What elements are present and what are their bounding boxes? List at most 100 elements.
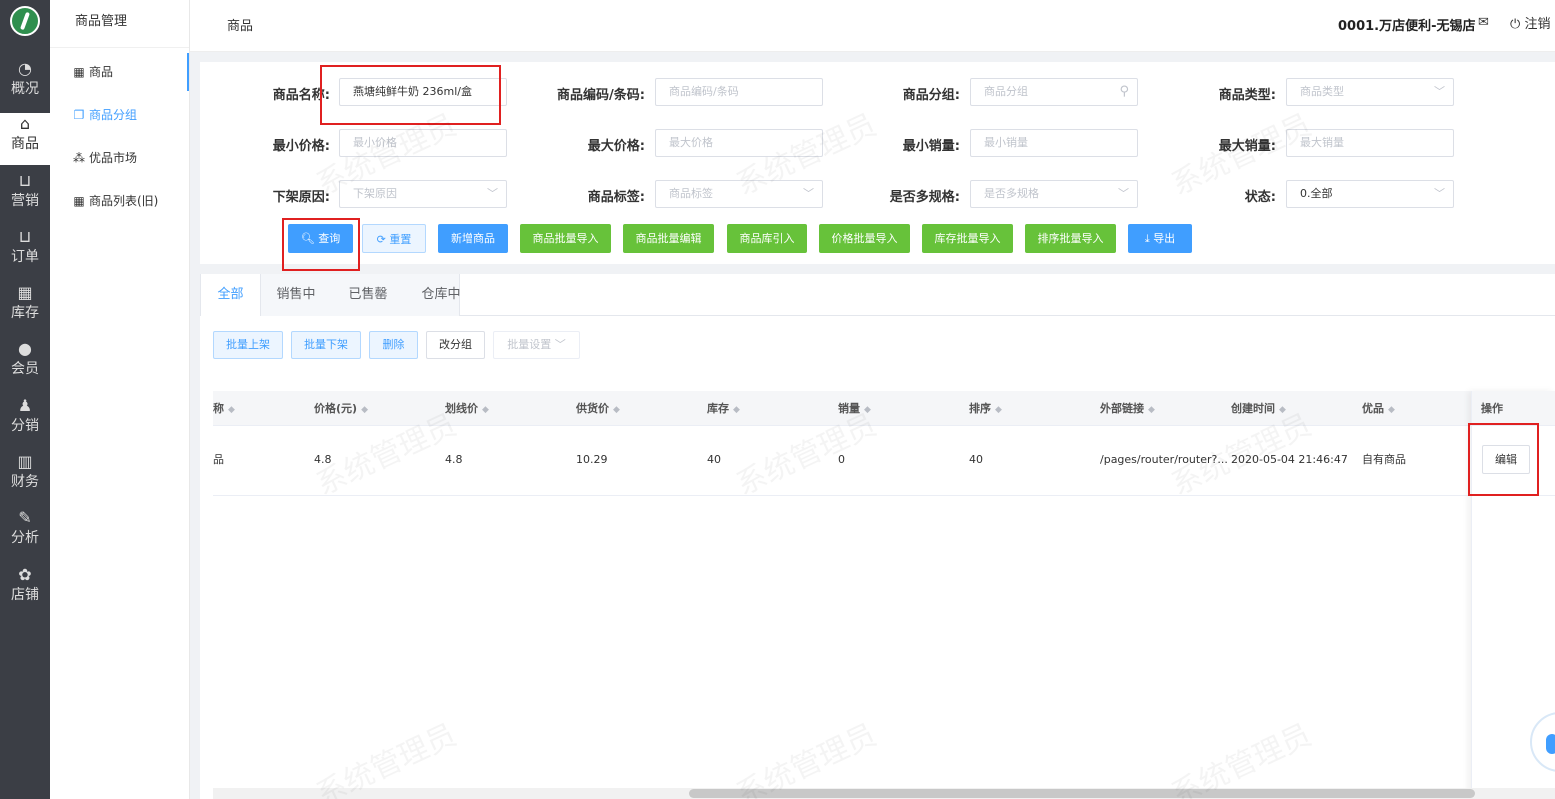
cell-premium: 自有商品 — [1362, 453, 1406, 466]
logout-button[interactable]: ⏻ 注销 — [1510, 13, 1550, 32]
export-button[interactable]: ⤓ 导出 — [1128, 224, 1192, 253]
refresh-icon: ⟳ — [376, 233, 386, 246]
query-button[interactable]: 🔍︎ 查询 — [288, 224, 353, 253]
copy-icon: ❐ — [73, 108, 85, 122]
add-product-button[interactable]: 新增商品 — [438, 224, 508, 253]
type-select[interactable]: 商品类型 ﹀ — [1286, 78, 1454, 106]
col-created[interactable]: 创建时间 ◆ — [1231, 391, 1286, 426]
col-price[interactable]: 价格(元) ◆ — [314, 391, 368, 426]
rail-item-members[interactable]: ● 会员 — [0, 338, 50, 390]
edit-button[interactable]: 编辑 — [1482, 445, 1530, 474]
status-select[interactable]: 0.全部 ﹀ — [1286, 180, 1454, 208]
tab-all[interactable]: 全部 — [200, 274, 261, 316]
min-price-label: 最小价格: — [272, 139, 330, 154]
horizontal-scrollbar[interactable] — [213, 788, 1555, 799]
col-stock[interactable]: 库存 ◆ — [707, 391, 740, 426]
delete-button[interactable]: 删除 — [369, 331, 418, 359]
cell-stock: 40 — [707, 453, 721, 466]
offshelf-select[interactable]: 下架原因 ﹀ — [339, 180, 507, 208]
batch-settings-button[interactable]: 批量设置 ﹀ — [493, 331, 580, 359]
tab-sold-out[interactable]: 已售罄 — [334, 274, 402, 316]
finance-icon: ▥ — [17, 452, 33, 471]
max-price-input[interactable]: 最大价格 — [655, 129, 823, 157]
sidebar-item-premium-market[interactable]: ⁂ 优品市场 — [50, 139, 189, 177]
main-nav-rail: ◔ 概况 ⌂ 商品 ⊔ 营销 ⊔ 订单 ▦ 库存 ● 会员 ♟ 分销 ▥ 财务 … — [0, 0, 50, 799]
col-link[interactable]: 外部链接 ◆ — [1100, 391, 1155, 426]
code-input[interactable]: 商品编码/条码 — [655, 78, 823, 106]
multispec-select[interactable]: 是否多规格 ﹀ — [970, 180, 1138, 208]
product-icon: ⌂ — [19, 114, 31, 133]
batch-import-button[interactable]: 商品批量导入 — [520, 224, 611, 253]
sidebar-title: 商品管理 — [50, 0, 189, 48]
col-premium[interactable]: 优品 ◆ — [1362, 391, 1395, 426]
min-price-input[interactable]: 最小价格 — [339, 129, 507, 157]
max-sales-input[interactable]: 最大销量 — [1286, 129, 1454, 157]
sort-icon: ◆ — [995, 405, 1002, 415]
rail-item-inventory[interactable]: ▦ 库存 — [0, 282, 50, 334]
grid-icon: ▦ — [73, 65, 85, 79]
batch-edit-button[interactable]: 商品批量编辑 — [623, 224, 714, 253]
reset-button[interactable]: ⟳ 重置 — [362, 224, 426, 253]
stock-import-button[interactable]: 库存批量导入 — [922, 224, 1013, 253]
offshelf-label: 下架原因: — [272, 190, 330, 205]
filter-panel: 商品名称: 燕塘纯鲜牛奶 236ml/盒 商品编码/条码: 商品编码/条码 商品… — [200, 62, 1555, 264]
order-cart-icon: ⊔ — [18, 227, 32, 246]
sort-icon: ◆ — [1388, 405, 1395, 415]
member-icon: ● — [18, 339, 32, 358]
sort-import-button[interactable]: 排序批量导入 — [1025, 224, 1116, 253]
sort-icon: ◆ — [1279, 405, 1286, 415]
max-price-label: 最大价格: — [587, 139, 645, 154]
col-strike-price[interactable]: 划线价 ◆ — [445, 391, 489, 426]
chevron-down-icon: ﹀ — [554, 338, 566, 351]
search-icon: ⚲ — [1119, 84, 1129, 99]
rail-item-marketing[interactable]: ⊔ 营销 — [0, 170, 50, 222]
app-logo — [10, 6, 40, 36]
multispec-label: 是否多规格: — [889, 190, 960, 205]
sort-icon: ◆ — [613, 405, 620, 415]
min-sales-input[interactable]: 最小销量 — [970, 129, 1138, 157]
col-supply-price[interactable]: 供货价 ◆ — [576, 391, 620, 426]
inventory-icon: ▦ — [17, 283, 33, 302]
batch-on-shelf-button[interactable]: 批量上架 — [213, 331, 283, 359]
rail-item-overview[interactable]: ◔ 概况 — [0, 58, 50, 110]
sidebar-item-product-list-old[interactable]: ▦ 商品列表(旧) — [50, 182, 189, 220]
type-label: 商品类型: — [1218, 88, 1276, 103]
col-name[interactable]: 称 ◆ — [213, 391, 235, 426]
sidebar-item-product-groups[interactable]: ❐ 商品分组 — [50, 96, 189, 134]
cell-link[interactable]: /pages/router/router?... — [1100, 426, 1228, 496]
cell-created: 2020-05-04 21:46:47 — [1231, 453, 1348, 466]
sort-icon: ◆ — [1148, 405, 1155, 415]
cell-strike-price: 4.8 — [445, 453, 463, 466]
sort-icon: ◆ — [482, 405, 489, 415]
tag-select[interactable]: 商品标签 ﹀ — [655, 180, 823, 208]
library-import-button[interactable]: 商品库引入 — [727, 224, 807, 253]
tag-label: 商品标签: — [587, 190, 645, 205]
regroup-button[interactable]: 改分组 — [426, 331, 485, 359]
chevron-down-icon: ﹀ — [803, 187, 814, 200]
col-sales[interactable]: 销量 ◆ — [838, 391, 871, 426]
product-name-input[interactable]: 燕塘纯鲜牛奶 236ml/盒 — [339, 78, 507, 106]
rail-item-analysis[interactable]: ✎ 分析 — [0, 507, 50, 559]
rail-item-finance[interactable]: ▥ 财务 — [0, 451, 50, 503]
batch-off-shelf-button[interactable]: 批量下架 — [291, 331, 361, 359]
tab-on-sale[interactable]: 销售中 — [262, 274, 330, 316]
min-sales-label: 最小销量: — [902, 139, 960, 154]
rail-item-store[interactable]: ✿ 店铺 — [0, 564, 50, 616]
group-input[interactable]: 商品分组 ⚲ — [970, 78, 1138, 106]
status-label: 状态: — [1244, 190, 1276, 205]
rail-item-products[interactable]: ⌂ 商品 — [0, 113, 50, 165]
product-sidebar: 商品管理 ▦ 商品 ❐ 商品分组 ⁂ 优品市场 ▦ 商品列表(旧) — [50, 0, 190, 799]
tab-in-warehouse[interactable]: 仓库中 — [406, 274, 476, 316]
cell-sort: 40 — [969, 453, 983, 466]
sidebar-item-products[interactable]: ▦ 商品 — [50, 53, 189, 91]
col-sort[interactable]: 排序 ◆ — [969, 391, 1002, 426]
table-row: 品 4.8 4.8 10.29 40 0 40 /pages/router/ro… — [213, 426, 1555, 496]
group-label: 商品分组: — [902, 88, 960, 103]
price-import-button[interactable]: 价格批量导入 — [819, 224, 910, 253]
scrollbar-thumb[interactable] — [689, 789, 1475, 798]
rail-item-distribution[interactable]: ♟ 分销 — [0, 395, 50, 447]
grid-icon: ▦ — [73, 194, 85, 208]
cell-name: 品 — [213, 453, 224, 466]
rail-item-orders[interactable]: ⊔ 订单 — [0, 226, 50, 278]
mail-icon[interactable]: ✉ — [1478, 15, 1489, 30]
